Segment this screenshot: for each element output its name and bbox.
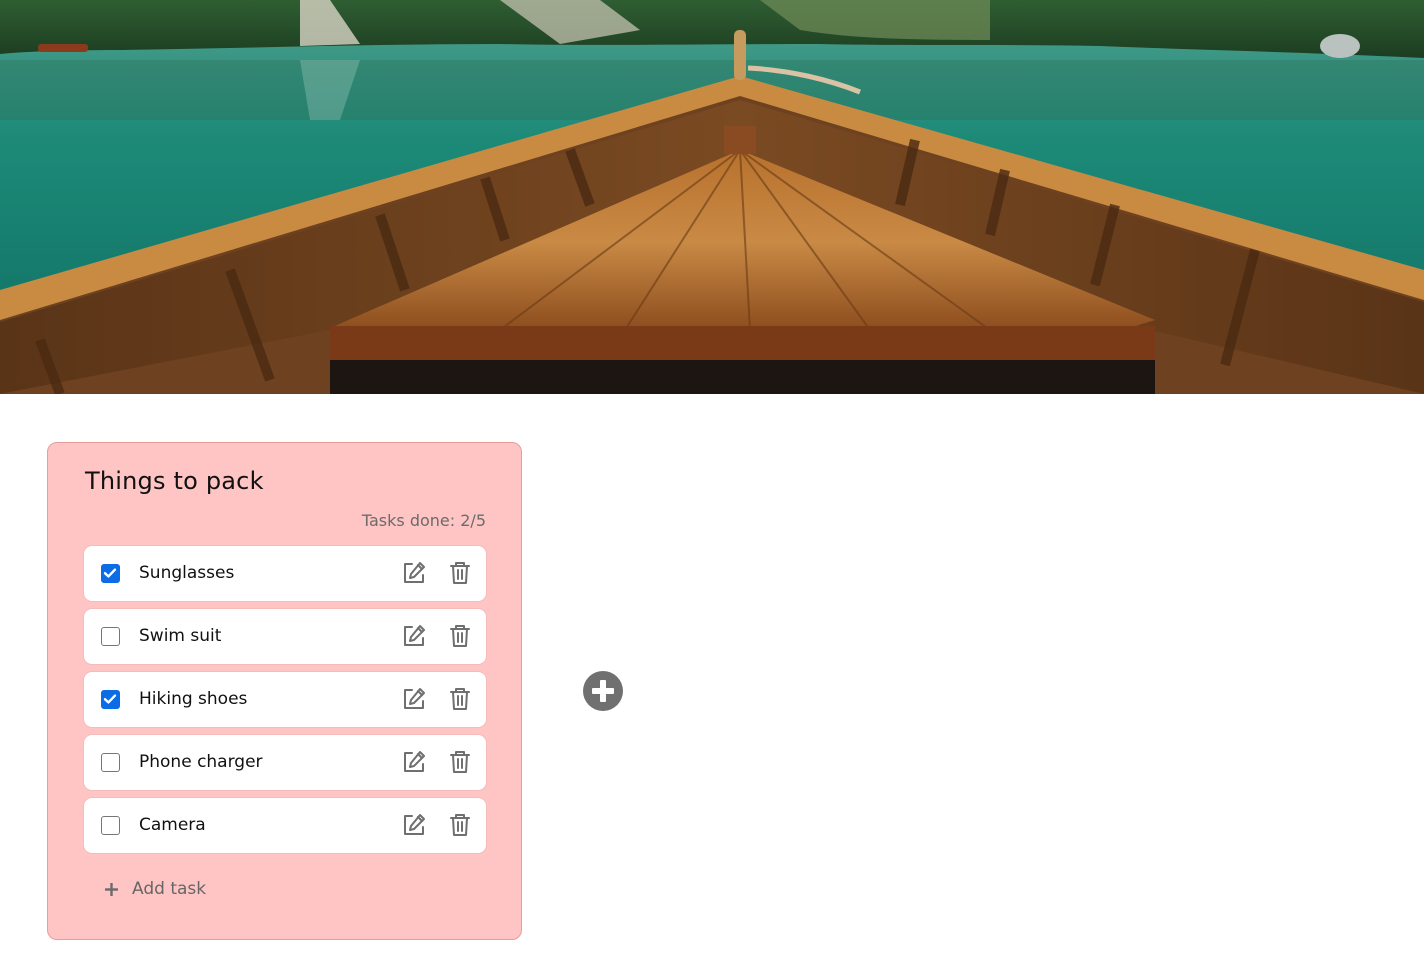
task-label: Swim suit: [139, 626, 222, 646]
trash-icon[interactable]: [447, 686, 473, 712]
task-checkbox[interactable]: [101, 564, 120, 583]
todo-list-card: Things to pack Tasks done: 2/5 Sunglasse…: [47, 442, 522, 940]
trash-icon[interactable]: [447, 623, 473, 649]
edit-icon[interactable]: [401, 560, 427, 586]
tasks-done-value: 2/5: [460, 511, 486, 530]
task-checkbox[interactable]: [101, 690, 120, 709]
task-item: Phone charger: [84, 735, 486, 790]
plus-circle-icon: [592, 680, 614, 702]
add-task-label: Add task: [132, 879, 207, 899]
add-task-button[interactable]: Add task: [104, 877, 206, 901]
task-item: Swim suit: [84, 609, 486, 664]
add-list-button[interactable]: [583, 671, 623, 711]
plus-icon: [105, 882, 118, 896]
task-label: Phone charger: [139, 752, 263, 772]
task-item: Hiking shoes: [84, 672, 486, 727]
task-label: Camera: [139, 815, 206, 835]
edit-icon[interactable]: [401, 686, 427, 712]
task-checkbox[interactable]: [101, 816, 120, 835]
edit-icon[interactable]: [401, 812, 427, 838]
edit-icon[interactable]: [401, 749, 427, 775]
trash-icon[interactable]: [447, 812, 473, 838]
task-item: Sunglasses: [84, 546, 486, 601]
tasks-done-label: Tasks done:: [361, 511, 456, 530]
task-list: Sunglasses Swim suit Hiking shoes Phone …: [84, 546, 486, 861]
edit-icon[interactable]: [401, 623, 427, 649]
list-title: Things to pack: [85, 467, 264, 495]
task-checkbox[interactable]: [101, 753, 120, 772]
task-label: Hiking shoes: [139, 689, 248, 709]
trash-icon[interactable]: [447, 749, 473, 775]
hero-image: [0, 0, 1424, 394]
tasks-done-counter: Tasks done: 2/5: [362, 511, 486, 530]
task-label: Sunglasses: [139, 563, 235, 583]
trash-icon[interactable]: [447, 560, 473, 586]
task-checkbox[interactable]: [101, 627, 120, 646]
task-item: Camera: [84, 798, 486, 853]
